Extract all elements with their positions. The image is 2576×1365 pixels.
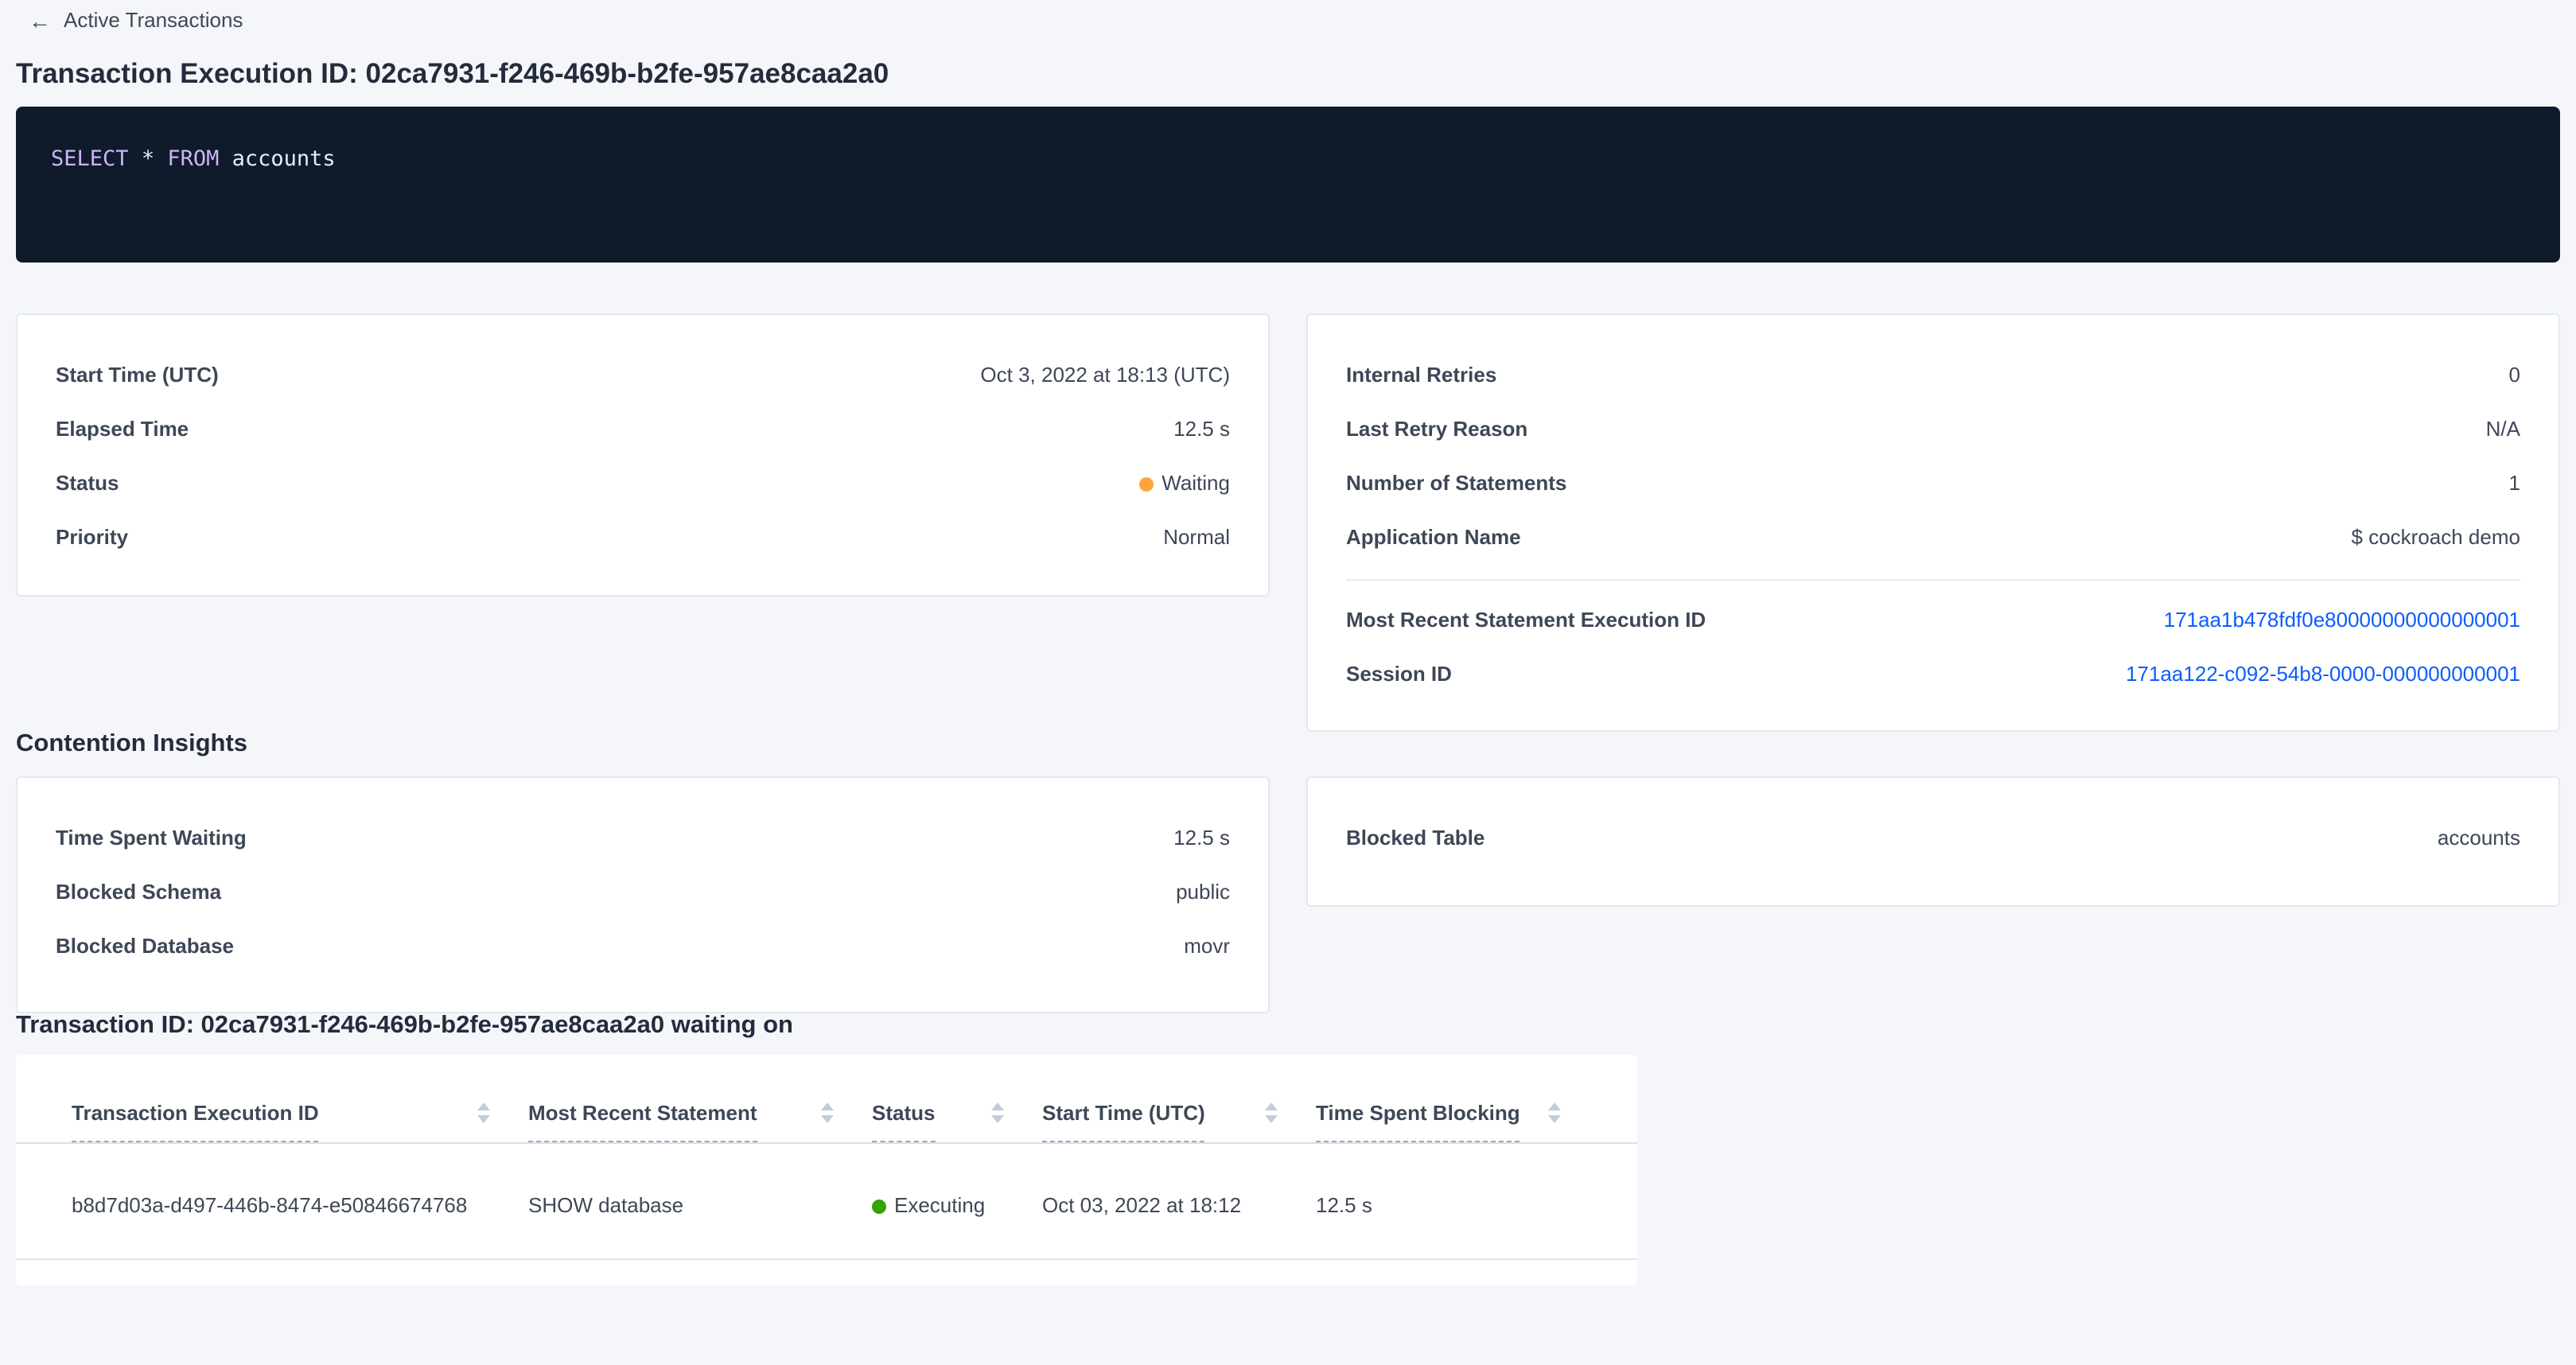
back-link[interactable]: ← Active Transactions	[29, 8, 243, 33]
column-header-label: Most Recent Statement	[528, 1098, 757, 1142]
cell-most-recent-statement: SHOW database	[528, 1190, 872, 1222]
summary-row-start-time: Start Time (UTC) Oct 3, 2022 at 18:13 (U…	[56, 360, 1230, 391]
status-text: Waiting	[1162, 468, 1230, 500]
row-label: Number of Statements	[1346, 468, 1566, 500]
summary-row-status: Status Waiting	[56, 468, 1230, 500]
column-header-start-time[interactable]: Start Time (UTC)	[1042, 1098, 1316, 1142]
cell-status: Executing	[872, 1190, 1042, 1222]
waiting-on-heading: Transaction ID: 02ca7931-f246-469b-b2fe-…	[16, 1013, 2560, 1039]
contention-insights-heading: Contention Insights	[16, 732, 2560, 757]
transaction-details-card: Internal Retries 0 Last Retry Reason N/A…	[1306, 313, 2560, 732]
column-header-label: Transaction Execution ID	[72, 1098, 319, 1142]
row-label: Priority	[56, 522, 128, 554]
transaction-summary-card: Start Time (UTC) Oct 3, 2022 at 18:13 (U…	[16, 313, 1270, 597]
details-row-number-of-statements: Number of Statements 1	[1346, 468, 2520, 500]
row-value: Normal	[1163, 522, 1230, 554]
details-row-internal-retries: Internal Retries 0	[1346, 360, 2520, 391]
row-label: Elapsed Time	[56, 414, 189, 445]
column-header-transaction-execution-id[interactable]: Transaction Execution ID	[72, 1098, 528, 1142]
contention-row-blocked-table: Blocked Table accounts	[1346, 822, 2520, 854]
card-divider	[1346, 579, 2520, 581]
row-label: Start Time (UTC)	[56, 360, 219, 391]
contention-blocked-table-card: Blocked Table accounts	[1306, 776, 2560, 907]
sql-keyword-select: SELECT	[51, 146, 129, 172]
row-value: 0	[2509, 360, 2520, 391]
table-row: b8d7d03a-d497-446b-8474-e50846674768 SHO…	[16, 1144, 1637, 1260]
statement-execution-id-link[interactable]: 171aa1b478fdf0e80000000000000001	[2164, 605, 2520, 636]
details-row-last-retry-reason: Last Retry Reason N/A	[1346, 414, 2520, 445]
row-value: 12.5 s	[1173, 414, 1230, 445]
column-header-status[interactable]: Status	[872, 1098, 1042, 1142]
sql-keyword-from: FROM	[167, 146, 219, 172]
details-row-application-name: Application Name $ cockroach demo	[1346, 522, 2520, 554]
status-value: Waiting	[1139, 468, 1230, 500]
sort-carets-icon[interactable]	[477, 1102, 490, 1123]
row-label: Blocked Schema	[56, 877, 221, 908]
row-label: Time Spent Waiting	[56, 822, 247, 854]
details-row-statement-execution-id: Most Recent Statement Execution ID 171aa…	[1346, 605, 2520, 636]
column-header-label: Status	[872, 1098, 935, 1142]
row-value: N/A	[2486, 414, 2520, 445]
cell-transaction-execution-id: b8d7d03a-d497-446b-8474-e50846674768	[72, 1190, 528, 1222]
column-header-most-recent-statement[interactable]: Most Recent Statement	[528, 1098, 872, 1142]
sql-statement-box: SELECT * FROM accounts	[16, 107, 2560, 262]
sort-carets-icon[interactable]	[821, 1102, 834, 1123]
row-value: 1	[2509, 468, 2520, 500]
row-value: public	[1176, 877, 1230, 908]
sort-carets-icon[interactable]	[991, 1102, 1004, 1123]
status-dot-icon	[872, 1199, 886, 1213]
summary-row-elapsed-time: Elapsed Time 12.5 s	[56, 414, 1230, 445]
row-label: Most Recent Statement Execution ID	[1346, 605, 1706, 636]
session-id-link[interactable]: 171aa122-c092-54b8-0000-000000000001	[2126, 659, 2520, 690]
sort-carets-icon[interactable]	[1548, 1102, 1561, 1123]
sql-table-name: accounts	[219, 146, 335, 172]
column-header-label: Start Time (UTC)	[1042, 1098, 1205, 1142]
column-header-label: Time Spent Blocking	[1316, 1098, 1520, 1142]
row-label: Internal Retries	[1346, 360, 1496, 391]
contention-waiting-card: Time Spent Waiting 12.5 s Blocked Schema…	[16, 776, 1270, 1013]
sql-star: *	[129, 146, 168, 172]
contention-row-blocked-database: Blocked Database movr	[56, 931, 1230, 962]
summary-row-priority: Priority Normal	[56, 522, 1230, 554]
row-value: accounts	[2438, 822, 2520, 854]
waiting-on-table: Transaction Execution ID Most Recent Sta…	[16, 1055, 1637, 1285]
row-label: Blocked Table	[1346, 822, 1485, 854]
cell-start-time: Oct 03, 2022 at 18:12	[1042, 1190, 1316, 1222]
contention-row-time-spent-waiting: Time Spent Waiting 12.5 s	[56, 822, 1230, 854]
row-label: Last Retry Reason	[1346, 414, 1527, 445]
row-label: Blocked Database	[56, 931, 234, 962]
back-link-label: Active Transactions	[64, 8, 243, 33]
cell-time-spent-blocking: 12.5 s	[1316, 1190, 1599, 1222]
page-title: Transaction Execution ID: 02ca7931-f246-…	[16, 59, 2560, 89]
column-header-time-spent-blocking[interactable]: Time Spent Blocking	[1316, 1098, 1599, 1142]
row-value: movr	[1184, 931, 1230, 962]
row-label: Session ID	[1346, 659, 1452, 690]
contention-row-blocked-schema: Blocked Schema public	[56, 877, 1230, 908]
row-label: Status	[56, 468, 119, 500]
contention-cards-row: Time Spent Waiting 12.5 s Blocked Schema…	[16, 776, 2560, 1013]
row-label: Application Name	[1346, 522, 1521, 554]
row-value: Oct 3, 2022 at 18:13 (UTC)	[980, 360, 1230, 391]
status-text: Executing	[894, 1190, 985, 1222]
row-value: 12.5 s	[1173, 822, 1230, 854]
table-header-row: Transaction Execution ID Most Recent Sta…	[16, 1055, 1637, 1144]
arrow-left-icon: ←	[29, 8, 51, 33]
details-row-session-id: Session ID 171aa122-c092-54b8-0000-00000…	[1346, 659, 2520, 690]
active-transaction-details-page: ← Active Transactions Transaction Execut…	[0, 0, 2576, 1365]
sort-carets-icon[interactable]	[1265, 1102, 1278, 1123]
status-dot-icon	[1139, 476, 1154, 491]
sql-statement: SELECT * FROM accounts	[51, 145, 2525, 173]
summary-cards-row: Start Time (UTC) Oct 3, 2022 at 18:13 (U…	[16, 313, 2560, 732]
row-value: $ cockroach demo	[2352, 522, 2520, 554]
